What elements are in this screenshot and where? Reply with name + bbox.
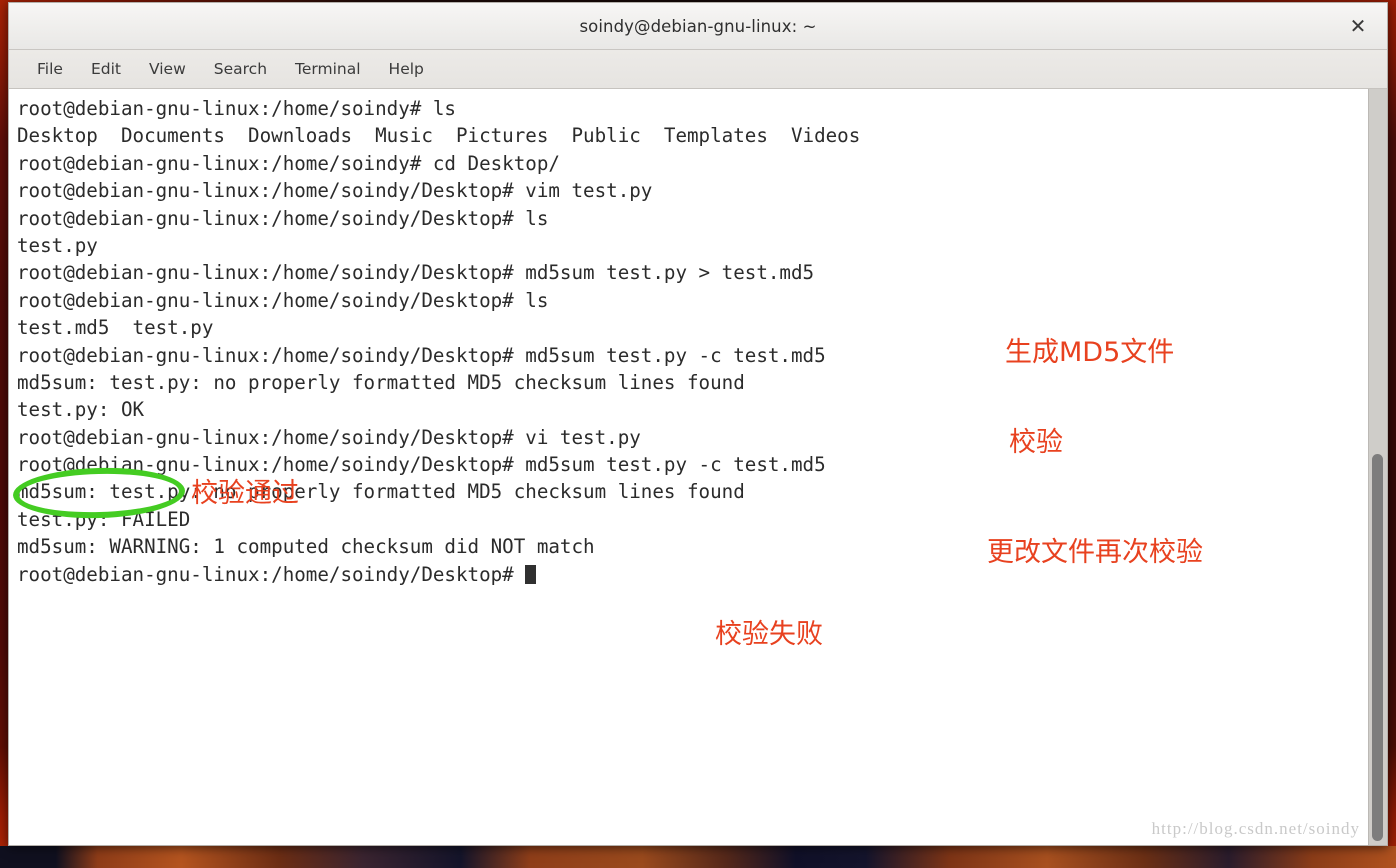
vertical-scrollbar[interactable] bbox=[1368, 89, 1387, 845]
terminal-body: root@debian-gnu-linux:/home/soindy# ls D… bbox=[9, 89, 1387, 845]
terminal-line: root@debian-gnu-linux:/home/soindy/Deskt… bbox=[17, 179, 653, 203]
terminal-window: soindy@debian-gnu-linux: ~ ✕ File Edit V… bbox=[8, 2, 1388, 846]
window-titlebar: soindy@debian-gnu-linux: ~ ✕ bbox=[9, 3, 1387, 50]
annotation-verify: 校验 bbox=[1009, 427, 1063, 458]
terminal-line: root@debian-gnu-linux:/home/soindy# cd D… bbox=[17, 151, 560, 175]
menu-item-terminal[interactable]: Terminal bbox=[283, 56, 373, 82]
window-title: soindy@debian-gnu-linux: ~ bbox=[579, 16, 817, 36]
terminal-line: md5sum: test.py: no properly formatted M… bbox=[17, 370, 745, 394]
scrollbar-thumb[interactable] bbox=[1372, 454, 1383, 841]
annotation-verify-pass: 校验通过 bbox=[191, 478, 299, 509]
terminal-cursor bbox=[525, 564, 537, 584]
terminal-line-verify-ok: test.py: OK bbox=[17, 398, 145, 422]
terminal-line: Desktop Documents Downloads Music Pictur… bbox=[17, 124, 861, 148]
terminal-line: root@debian-gnu-linux:/home/soindy# ls bbox=[17, 97, 456, 120]
menubar: File Edit View Search Terminal Help bbox=[9, 50, 1387, 89]
terminal-output[interactable]: root@debian-gnu-linux:/home/soindy# ls D… bbox=[9, 89, 1368, 845]
terminal-line: root@debian-gnu-linux:/home/soindy/Deskt… bbox=[17, 261, 815, 285]
terminal-line: root@debian-gnu-linux:/home/soindy/Deskt… bbox=[17, 206, 549, 230]
menu-item-view[interactable]: View bbox=[137, 56, 198, 82]
menu-item-help[interactable]: Help bbox=[377, 56, 436, 82]
menu-item-edit[interactable]: Edit bbox=[79, 56, 133, 82]
terminal-line: root@debian-gnu-linux:/home/soindy/Deskt… bbox=[17, 425, 641, 449]
annotation-reverify: 更改文件再次校验 bbox=[987, 537, 1203, 568]
annotation-verify-fail: 校验失败 bbox=[715, 619, 823, 650]
close-icon[interactable]: ✕ bbox=[1341, 9, 1375, 43]
terminal-prompt: root@debian-gnu-linux:/home/soindy/Deskt… bbox=[17, 562, 526, 586]
terminal-line: root@debian-gnu-linux:/home/soindy/Deskt… bbox=[17, 288, 549, 312]
terminal-line-verify-failed: test.py: FAILED bbox=[17, 507, 191, 531]
terminal-line: test.py bbox=[17, 233, 98, 257]
desktop-bottom-strip bbox=[0, 846, 1396, 868]
menu-item-file[interactable]: File bbox=[25, 56, 75, 82]
annotation-generate-md5: 生成MD5文件 bbox=[1005, 337, 1175, 368]
menu-item-search[interactable]: Search bbox=[202, 56, 279, 82]
watermark-url: http://blog.csdn.net/soindy bbox=[1151, 819, 1360, 838]
terminal-line: root@debian-gnu-linux:/home/soindy/Deskt… bbox=[17, 453, 826, 477]
